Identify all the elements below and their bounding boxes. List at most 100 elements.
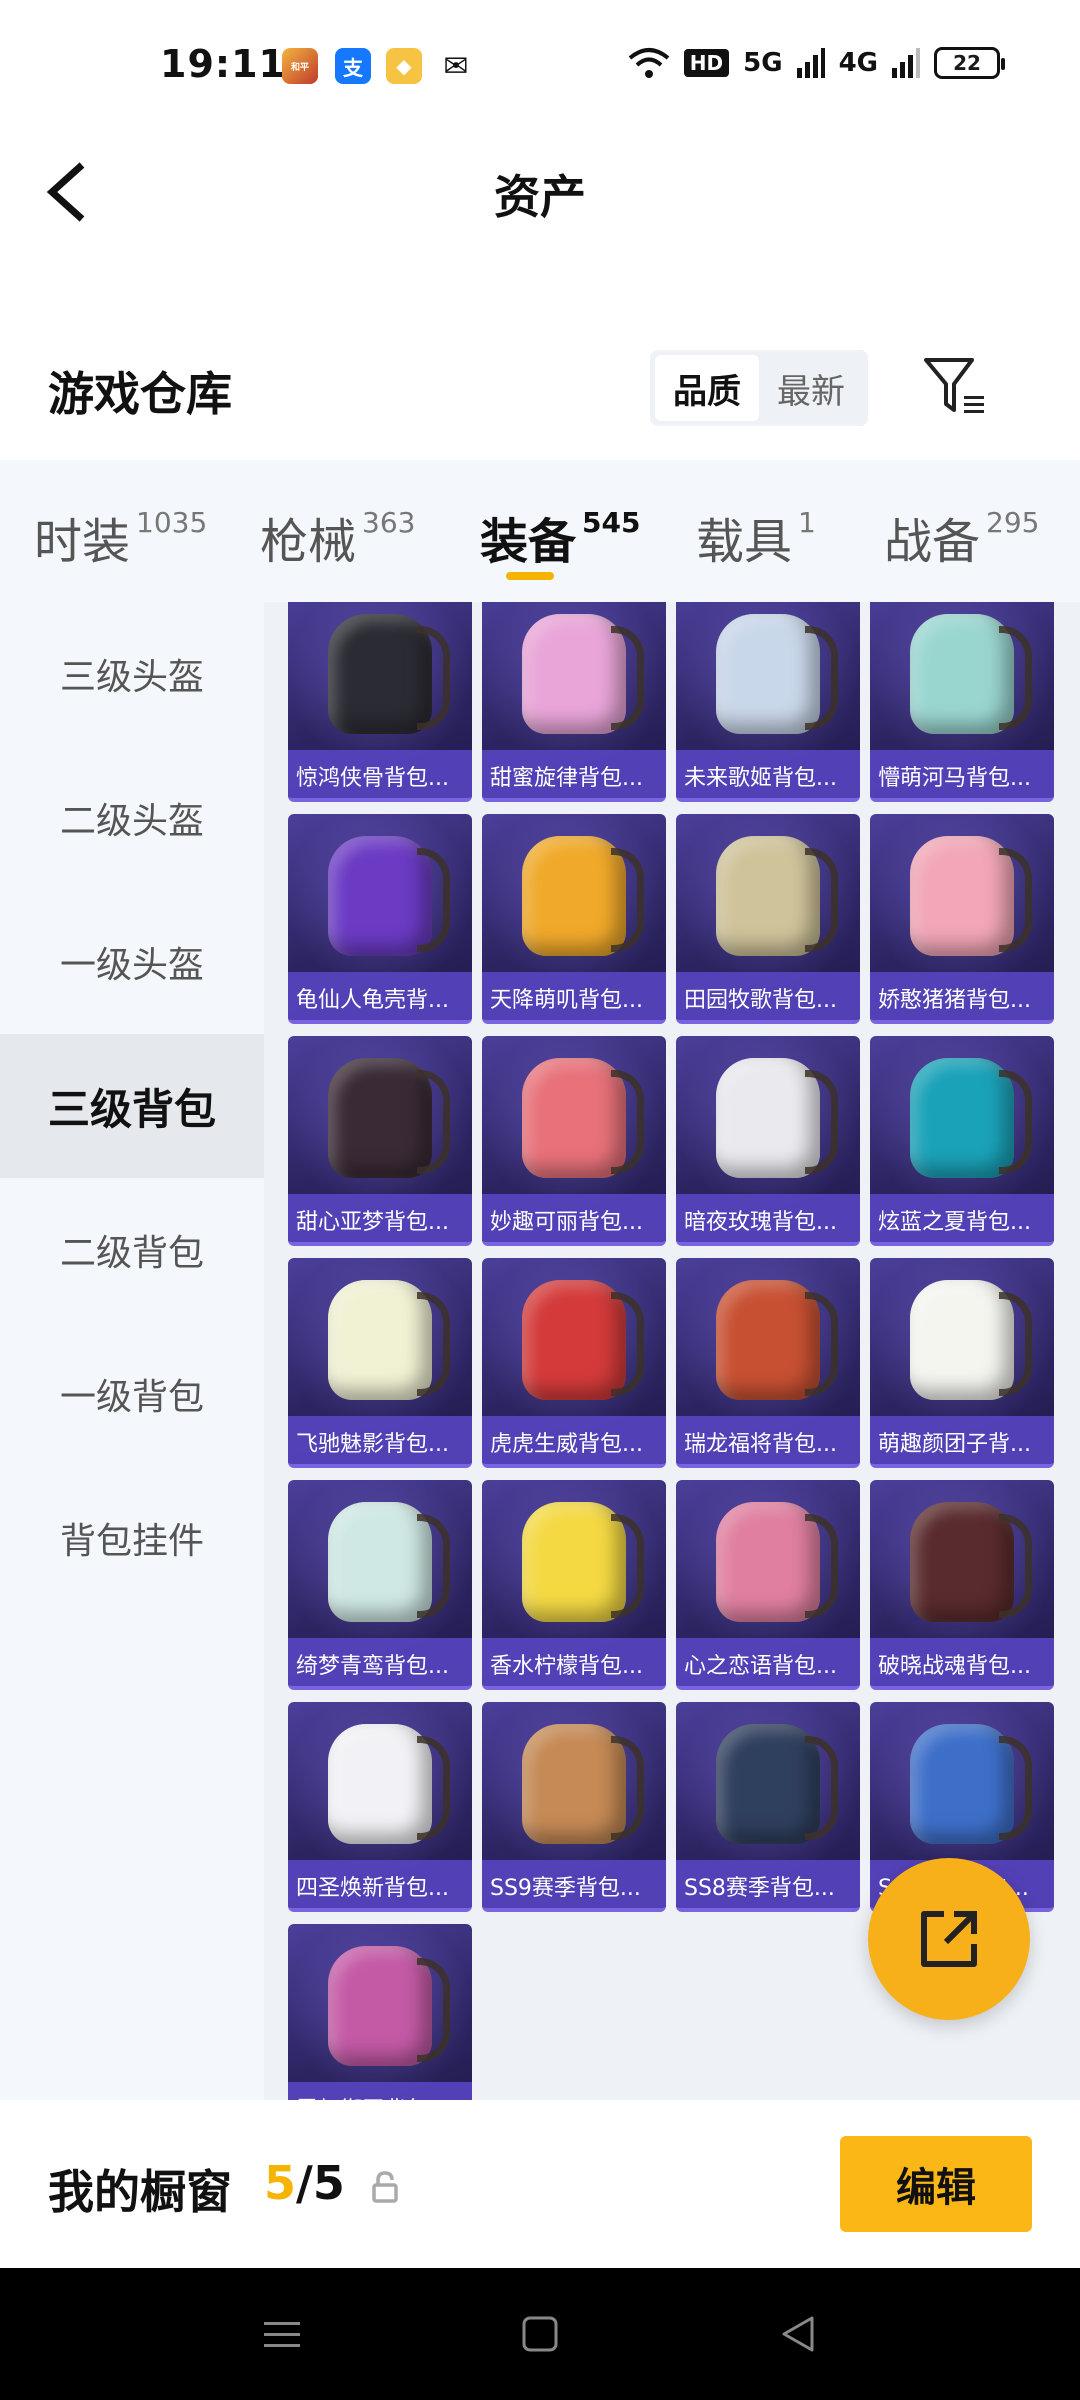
sort-newest-button[interactable]: 最新	[759, 355, 863, 421]
signal-5g-icon: 5G	[743, 48, 783, 78]
item-name: 甜蜜旋律背包...	[482, 750, 666, 798]
signal-4g-icon: 4G	[838, 48, 878, 78]
tab-label: 枪械	[260, 514, 357, 570]
item-card[interactable]: 四圣焕新背包...	[288, 1702, 472, 1912]
item-card[interactable]: 懵萌河马背包...	[870, 602, 1054, 802]
page-header: 资产	[0, 135, 1080, 250]
sidebar-item-level2-backpack[interactable]: 二级背包	[0, 1178, 264, 1322]
backpack-image	[716, 1058, 838, 1178]
hd-badge: HD	[683, 49, 730, 77]
item-card[interactable]: 萌趣颜团子背...	[870, 1258, 1054, 1468]
status-indicators: HD 5G 4G 22	[628, 46, 1005, 80]
item-card[interactable]: 虎虎生威背包...	[482, 1258, 666, 1468]
tab-label: 时装	[34, 514, 131, 570]
item-name: 惊鸿侠骨背包...	[288, 750, 472, 798]
item-card[interactable]: 破晓战魂背包...	[870, 1480, 1054, 1690]
category-tabs: 时装 1035 枪械 363 装备 545 载具 1 战备 295	[0, 460, 1080, 602]
item-card[interactable]: 心之恋语背包...	[676, 1480, 860, 1690]
item-name: 龟仙人龟壳背...	[288, 972, 472, 1020]
item-card[interactable]: 飞驰魅影背包...	[288, 1258, 472, 1468]
backpack-image	[522, 1058, 644, 1178]
item-name: 绮梦青鸾背包...	[288, 1638, 472, 1686]
showcase-current: 5	[264, 2156, 297, 2210]
item-card[interactable]: 瑞龙福将背包...	[676, 1258, 860, 1468]
backpack-image	[522, 1280, 644, 1400]
item-card[interactable]: 香水柠檬背包...	[482, 1480, 666, 1690]
backpack-image	[522, 614, 644, 734]
filter-icon[interactable]	[920, 352, 990, 422]
status-bar: 19:11 和平 支 ◆ ✉ HD 5G 4G 22	[0, 0, 1080, 135]
backpack-image	[328, 1724, 450, 1844]
item-card[interactable]: 甜蜜旋律背包...	[482, 602, 666, 802]
item-name: 飞驰魅影背包...	[288, 1416, 472, 1464]
warehouse-title: 游戏仓库	[48, 367, 232, 421]
sidebar-item-level1-backpack[interactable]: 一级背包	[0, 1322, 264, 1466]
sidebar-item-backpack-charm[interactable]: 背包挂件	[0, 1466, 264, 1610]
sort-quality-button[interactable]: 品质	[655, 355, 759, 421]
tab-vehicles[interactable]: 载具 1	[696, 460, 884, 602]
item-card[interactable]: 妙趣可丽背包...	[482, 1036, 666, 1246]
item-card[interactable]: SS9赛季背包...	[482, 1702, 666, 1912]
sidebar-item-level3-helmet[interactable]: 三级头盔	[0, 602, 264, 746]
item-card[interactable]: 天降萌叽背包...	[482, 814, 666, 1024]
menu-icon[interactable]	[262, 2314, 302, 2354]
item-card[interactable]: 未来歌姬背包...	[676, 602, 860, 802]
backpack-image	[328, 1946, 450, 2066]
item-name: 田园牧歌背包...	[676, 972, 860, 1020]
tab-equipment[interactable]: 装备 545	[480, 460, 696, 602]
item-name: 炫蓝之夏背包...	[870, 1194, 1054, 1242]
item-card[interactable]: 霓虹街区背包...	[288, 1924, 472, 2100]
backpack-image	[328, 836, 450, 956]
item-name: 瑞龙福将背包...	[676, 1416, 860, 1464]
sidebar-item-level3-backpack[interactable]: 三级背包	[0, 1034, 264, 1178]
warehouse-header: 游戏仓库 品质 最新	[0, 330, 1080, 460]
backpack-image	[716, 1502, 838, 1622]
item-card[interactable]: 暗夜玫瑰背包...	[676, 1036, 860, 1246]
item-card[interactable]: 绮梦青鸾背包...	[288, 1480, 472, 1690]
backpack-image	[910, 1058, 1032, 1178]
item-name: 虎虎生威背包...	[482, 1416, 666, 1464]
tab-label: 载具	[696, 514, 793, 570]
share-button[interactable]	[868, 1858, 1030, 2020]
battery-icon: 22	[934, 47, 1005, 79]
item-card[interactable]: 龟仙人龟壳背...	[288, 814, 472, 1024]
item-card[interactable]: 娇憨猪猪背包...	[870, 814, 1054, 1024]
backpack-image	[328, 1058, 450, 1178]
backpack-image	[328, 1502, 450, 1622]
page-title: 资产	[494, 170, 586, 224]
tab-label: 战备	[884, 514, 981, 570]
item-card[interactable]: 甜心亚梦背包...	[288, 1036, 472, 1246]
item-name: 四圣焕新背包...	[288, 1860, 472, 1908]
item-name: 破晓战魂背包...	[870, 1638, 1054, 1686]
sidebar-item-level2-helmet[interactable]: 二级头盔	[0, 746, 264, 890]
mail-icon: ✉	[443, 48, 469, 84]
item-card[interactable]: 田园牧歌背包...	[676, 814, 860, 1024]
item-name: SS8赛季背包...	[676, 1860, 860, 1908]
item-name: 香水柠檬背包...	[482, 1638, 666, 1686]
backpack-image	[910, 836, 1032, 956]
sidebar-item-level1-helmet[interactable]: 一级头盔	[0, 890, 264, 1034]
tab-count: 295	[986, 506, 1040, 539]
tab-supplies[interactable]: 战备 295	[884, 460, 1080, 602]
item-card[interactable]: SS8赛季背包...	[676, 1702, 860, 1912]
tab-fashion[interactable]: 时装 1035	[34, 460, 260, 602]
item-card[interactable]: 炫蓝之夏背包...	[870, 1036, 1054, 1246]
signal-bars-icon	[796, 48, 825, 78]
tab-weapons[interactable]: 枪械 363	[260, 460, 480, 602]
subcategory-sidebar: 三级头盔 二级头盔 一级头盔 三级背包 二级背包 一级背包 背包挂件	[0, 602, 264, 2100]
item-name: 萌趣颜团子背...	[870, 1416, 1054, 1464]
backpack-image	[522, 836, 644, 956]
item-name: 未来歌姬背包...	[676, 750, 860, 798]
edit-button[interactable]: 编辑	[840, 2136, 1032, 2232]
home-icon[interactable]	[520, 2314, 560, 2354]
backpack-image	[910, 1724, 1032, 1844]
tab-count: 363	[362, 506, 416, 539]
lock-icon	[372, 2171, 398, 2203]
item-name: 心之恋语背包...	[676, 1638, 860, 1686]
item-card[interactable]: 惊鸿侠骨背包...	[288, 602, 472, 802]
status-time: 19:11	[160, 42, 286, 86]
backpack-image	[328, 1280, 450, 1400]
backpack-image	[328, 614, 450, 734]
item-name: 懵萌河马背包...	[870, 750, 1054, 798]
back-nav-icon[interactable]	[778, 2314, 818, 2354]
